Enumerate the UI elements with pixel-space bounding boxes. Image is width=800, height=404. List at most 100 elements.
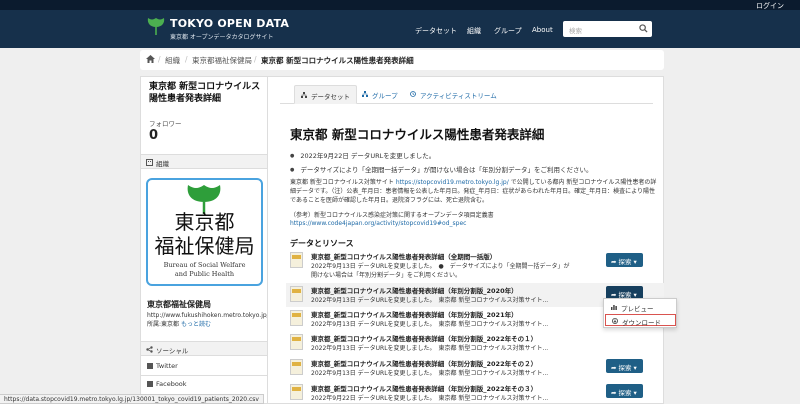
resource-title[interactable]: 東京都_新型コロナウイルス陽性患者発表詳細（全期間一括版） [311, 251, 496, 261]
notice-bullet-1: 2022年9月22日 データURLを変更しました。 [290, 150, 435, 160]
site-title[interactable]: TOKYO OPEN DATA [170, 17, 289, 30]
site-subtitle: 東京都 オープンデータカタログサイト [170, 34, 274, 41]
share-arrow-icon: ➦ [611, 389, 617, 397]
facebook-label: Facebook [156, 380, 187, 388]
org-section-label: 組織 [156, 160, 169, 168]
sidebar: 東京都 新型コロナウイルス陽性患者発表詳細 フォロワー 0 組織 東京都 福祉保… [140, 76, 269, 404]
tab-groups[interactable]: グループ [356, 85, 404, 104]
resource-title[interactable]: 東京都_新型コロナウイルス陽性患者発表詳細（年別分割版_2022年その２） [311, 358, 537, 368]
breadcrumb-org[interactable]: 東京都福祉保健局 [192, 55, 252, 66]
breadcrumb-organizations[interactable]: 組織 [165, 55, 180, 66]
search-icon[interactable] [639, 24, 648, 33]
menu-item-preview[interactable]: プレビュー [605, 301, 676, 313]
resources-heading: データとリソース [290, 239, 354, 248]
resource-item[interactable]: 東京都_新型コロナウイルス陽性患者発表詳細（年別分割版_2022年その３） 20… [286, 381, 664, 404]
resource-description: 2022年9月13日 データURLを変更しました。 ● データサイズにより「全期… [311, 263, 570, 279]
resource-title[interactable]: 東京都_新型コロナウイルス陽性患者発表詳細（年別分割版_2022年その３） [311, 383, 537, 393]
nav-datasets[interactable]: データセット [415, 26, 457, 36]
main-content: データセット グループ アクティビティストリーム 東京都 新型コロナウイルス陽性… [267, 76, 664, 404]
resource-description: 2022年9月13日 データURLを変更しました。 東京都 新型コロナウイルス対… [311, 345, 549, 352]
resource-title[interactable]: 東京都_新型コロナウイルス陽性患者発表詳細（年別分割版_2022年その１） [311, 333, 537, 343]
explore-label: 探索 [618, 389, 632, 397]
explore-button[interactable]: ➦ 探索 ▾ [606, 253, 643, 267]
breadcrumb-separator: / [254, 55, 257, 64]
explore-button[interactable]: ➦ 探索 ▾ [606, 359, 643, 373]
file-icon [290, 359, 303, 375]
sidebar-dataset-title: 東京都 新型コロナウイルス陽性患者発表詳細 [149, 82, 261, 104]
followers-label: フォロワー [149, 120, 182, 128]
org-logo[interactable]: 東京都 福祉保健局 Bureau of Social Welfare and P… [146, 178, 263, 286]
desc-lead: 東京都 新型コロナウイルス対策サイト [290, 179, 394, 186]
dataset-title: 東京都 新型コロナウイルス陽性患者発表詳細 [290, 127, 545, 142]
social-section-label: ソーシャル [156, 347, 189, 355]
resource-item[interactable]: 東京都_新型コロナウイルス陽性患者発表詳細（年別分割版_2022年その２） 20… [286, 356, 664, 380]
status-bar-url: https://data.stopcovid19.metro.tokyo.lg.… [0, 394, 264, 404]
dataset-description: 東京都 新型コロナウイルス対策サイト https://stopcovid19.m… [290, 178, 658, 205]
home-icon[interactable] [146, 55, 155, 65]
resource-description: 2022年9月13日 データURLを変更しました。 東京都 新型コロナウイルス対… [311, 321, 549, 328]
stopcovid-link[interactable]: https://stopcovid19.metro.tokyo.lg.jp/ [396, 179, 509, 186]
chart-icon [611, 305, 617, 310]
menu-item-download-label: ダウンロード [622, 319, 661, 327]
search-input[interactable]: 検索 [563, 21, 652, 37]
groups-icon [362, 91, 368, 97]
org-name[interactable]: 東京都福祉保健局 [147, 299, 211, 310]
account-bar: ログイン [0, 0, 800, 10]
building-icon [146, 159, 153, 166]
explore-button[interactable]: ➦ 探索 ▾ [606, 384, 643, 398]
breadcrumb-separator: / [185, 55, 188, 64]
file-icon [290, 334, 303, 350]
menu-item-preview-label: プレビュー [621, 305, 654, 313]
twitter-label: Twitter [156, 362, 178, 370]
tab-activity-label: アクティビティストリーム [420, 92, 497, 100]
twitter-icon [147, 363, 153, 369]
resource-title[interactable]: 東京都_新型コロナウイルス陽性患者発表詳細（年別分割版_2021年） [311, 309, 518, 319]
resource-description: 2022年9月13日 データURLを変更しました。 東京都 新型コロナウイルス対… [311, 370, 549, 377]
menu-item-download[interactable]: ダウンロード [605, 314, 676, 327]
breadcrumb-current[interactable]: 東京都 新型コロナウイルス陽性患者発表詳細 [261, 55, 414, 66]
resource-title[interactable]: 東京都_新型コロナウイルス陽性患者発表詳細（年別分割版_2020年） [311, 285, 518, 295]
download-icon [612, 318, 618, 324]
code4japan-link[interactable]: https://www.code4japan.org/activity/stop… [290, 220, 466, 227]
share-arrow-icon: ➦ [611, 364, 617, 372]
file-icon [290, 252, 303, 268]
org-description: http://www.fukushihoken.metro.tokyo.jp/ … [147, 311, 269, 329]
tab-activity-stream[interactable]: アクティビティストリーム [404, 85, 503, 104]
nav-about[interactable]: About [532, 26, 553, 34]
clock-icon [410, 91, 416, 97]
sitemap-icon [301, 92, 307, 98]
explore-label: 探索 [618, 364, 632, 372]
file-icon [290, 384, 303, 400]
nav-organizations[interactable]: 組織 [467, 26, 481, 36]
explore-dropdown-menu: プレビュー ダウンロード [603, 298, 677, 328]
breadcrumb-separator: / [158, 55, 161, 64]
read-more-link[interactable]: もっと読む [181, 321, 211, 328]
nav-groups[interactable]: グループ [494, 26, 522, 36]
resource-description: 2022年9月22日 データURLを変更しました。 東京都 新型コロナウイルス対… [311, 395, 549, 402]
tab-datasets[interactable]: データセット [294, 85, 357, 104]
org-logo-en1: Bureau of Social Welfare [163, 261, 246, 269]
resource-description: 2022年9月13日 データURLを変更しました。 東京都 新型コロナウイルス対… [311, 297, 549, 304]
divider [141, 375, 267, 376]
reference-link-wrap: https://www.code4japan.org/activity/stop… [290, 219, 658, 228]
dataset-tabs: データセット グループ アクティビティストリーム [280, 85, 653, 104]
org-logo-en2: and Public Health [174, 270, 235, 278]
facebook-icon [147, 381, 153, 387]
twitter-link[interactable]: Twitter [147, 362, 178, 370]
org-logo-line1: 東京都 [174, 210, 235, 234]
file-icon [290, 310, 303, 326]
breadcrumb: / 組織 / 東京都福祉保健局 / 東京都 新型コロナウイルス陽性患者発表詳細 [140, 50, 664, 70]
share-icon [146, 346, 153, 353]
share-arrow-icon: ➦ [611, 258, 617, 266]
masthead: TOKYO OPEN DATA 東京都 オープンデータカタログサイト データセッ… [0, 10, 800, 48]
tab-datasets-label: データセット [311, 93, 350, 101]
org-logo-line2: 福祉保健局 [154, 234, 255, 258]
org-section-header: 組織 [141, 154, 267, 169]
explore-label: 探索 [618, 258, 632, 266]
ginkgo-logo-icon[interactable] [146, 16, 166, 36]
resource-item[interactable]: 東京都_新型コロナウイルス陽性患者発表詳細（全期間一括版） 2022年9月13日… [286, 249, 664, 279]
facebook-link[interactable]: Facebook [147, 380, 187, 388]
social-section-header: ソーシャル [141, 341, 267, 356]
resource-item[interactable]: 東京都_新型コロナウイルス陽性患者発表詳細（年別分割版_2022年その１） 20… [286, 331, 664, 355]
file-icon [290, 286, 303, 302]
